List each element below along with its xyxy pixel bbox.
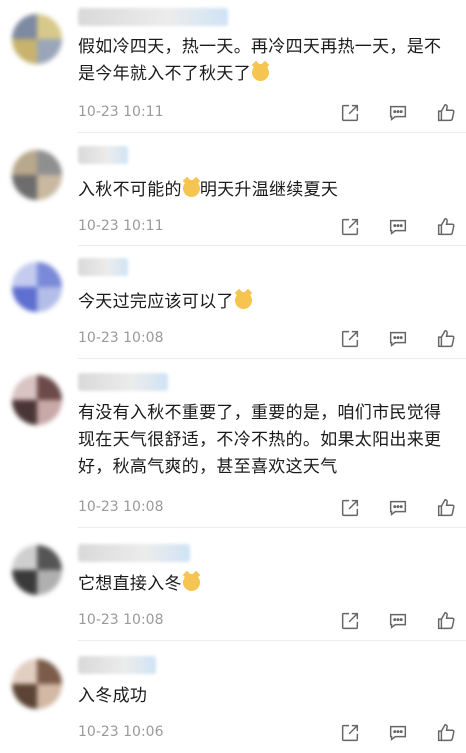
reply-button[interactable] (374, 609, 422, 633)
share-button[interactable] (326, 609, 374, 633)
reply-button[interactable] (374, 496, 422, 520)
comment-icon (389, 219, 407, 235)
comment-text: 它想直接入冬 (78, 571, 448, 598)
share-icon (341, 330, 359, 348)
avatar[interactable] (12, 545, 62, 595)
comment-time: 10-23 10:08 (78, 499, 164, 515)
divider (78, 527, 466, 528)
cat-emoji-icon (182, 180, 200, 197)
like-button[interactable] (422, 101, 466, 125)
comment-time: 10-23 10:08 (78, 612, 164, 628)
comment-text: 入秋不可能的 明天升温继续夏天 (78, 180, 339, 200)
share-button[interactable] (326, 215, 374, 239)
comment-icon (389, 105, 407, 121)
like-button[interactable] (422, 721, 466, 745)
reply-button[interactable] (374, 721, 422, 745)
thumbs-up-icon (437, 724, 455, 742)
comment-time: 10-23 10:08 (78, 330, 164, 346)
comment-icon (389, 613, 407, 629)
thumbs-up-icon (437, 612, 455, 630)
divider (78, 358, 466, 359)
username-blurred[interactable] (78, 146, 128, 164)
reply-button[interactable] (374, 327, 422, 351)
username-blurred[interactable] (78, 8, 228, 26)
share-icon (341, 104, 359, 122)
share-button[interactable] (326, 496, 374, 520)
comment-time: 10-23 10:11 (78, 104, 164, 120)
username-blurred[interactable] (78, 544, 190, 562)
comment-text: 入冬成功 (78, 686, 148, 706)
reply-button[interactable] (374, 215, 422, 239)
share-icon (341, 612, 359, 630)
comment-actions (326, 327, 466, 351)
thumbs-up-icon (437, 330, 455, 348)
username-blurred[interactable] (78, 656, 156, 674)
like-button[interactable] (422, 609, 466, 633)
like-button[interactable] (422, 496, 466, 520)
avatar[interactable] (12, 375, 62, 425)
share-button[interactable] (326, 721, 374, 745)
comment-time: 10-23 10:11 (78, 218, 164, 234)
divider (78, 245, 466, 246)
share-icon (341, 499, 359, 517)
divider (78, 640, 466, 641)
username-blurred[interactable] (78, 373, 168, 391)
divider (78, 132, 466, 133)
thumbs-up-icon (437, 104, 455, 122)
avatar[interactable] (12, 150, 62, 200)
comment-actions (326, 101, 466, 125)
comment-actions (326, 215, 466, 239)
like-button[interactable] (422, 327, 466, 351)
comment-text: 有没有入秋不重要了，重要的是，咱们市民觉得现在天气很舒适，不冷不热的。如果太阳出… (78, 403, 442, 477)
comment-time: 10-23 10:06 (78, 724, 164, 740)
thumbs-up-icon (437, 218, 455, 236)
comment-text: 今天过完应该可以了 (78, 289, 448, 316)
comment-icon (389, 500, 407, 516)
share-icon (341, 724, 359, 742)
comment-actions (326, 496, 466, 520)
comment-actions (326, 721, 466, 745)
cat-emoji-icon (252, 64, 269, 81)
avatar[interactable] (12, 14, 62, 64)
avatar[interactable] (12, 659, 62, 709)
share-button[interactable] (326, 101, 374, 125)
comment-icon (389, 725, 407, 741)
avatar[interactable] (12, 262, 62, 312)
share-icon (341, 218, 359, 236)
share-button[interactable] (326, 327, 374, 351)
thumbs-up-icon (437, 499, 455, 517)
cat-emoji-icon (234, 292, 252, 309)
comment-actions (326, 609, 466, 633)
cat-emoji-icon (182, 574, 200, 591)
comment-text: 假如冷四天，热一天。再冷四天再热一天，是不是今年就入不了秋天了 (78, 37, 442, 84)
like-button[interactable] (422, 215, 466, 239)
reply-button[interactable] (374, 101, 422, 125)
comment-icon (389, 331, 407, 347)
username-blurred[interactable] (78, 258, 128, 276)
